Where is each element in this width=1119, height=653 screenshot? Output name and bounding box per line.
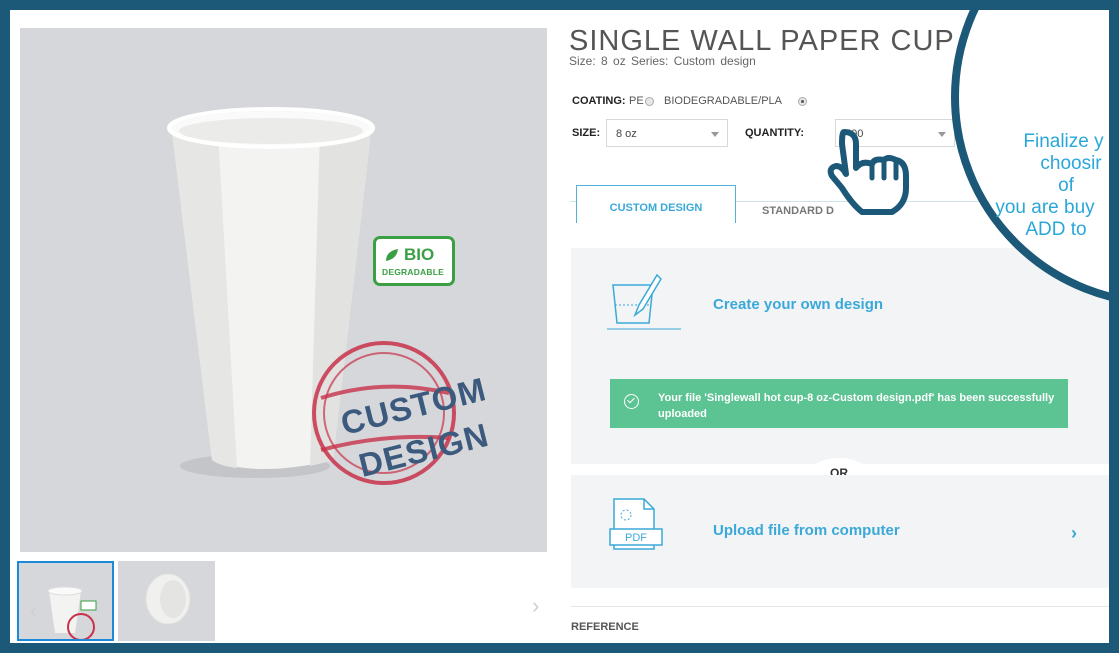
- thumbnail-prev-arrow[interactable]: ‹: [30, 598, 37, 624]
- chevron-right-icon[interactable]: ›: [1071, 523, 1077, 544]
- chevron-down-icon: [711, 132, 719, 137]
- bio-degradable-badge: BIO DEGRADABLE: [373, 236, 455, 286]
- design-pencil-icon: [607, 273, 681, 330]
- upload-success-message: Your file 'Singlewall hot cup-8 oz-Custo…: [658, 392, 1055, 420]
- thumbnail-next-arrow[interactable]: ›: [532, 593, 539, 619]
- upload-success-alert: Your file 'Singlewall hot cup-8 oz-Custo…: [610, 379, 1068, 428]
- pdf-file-icon: PDF: [609, 498, 663, 550]
- paper-cup-illustration: [167, 107, 375, 478]
- tab-custom-design[interactable]: CUSTOM DESIGN: [576, 185, 736, 223]
- reference-heading: REFERENCE: [571, 621, 639, 633]
- pointing-hand-cursor-icon: [827, 129, 909, 215]
- leaf-icon: [386, 249, 398, 261]
- tutorial-callout-text: Finalize y choosir of you are buy ADD to: [995, 131, 1104, 240]
- coating-pla-radio[interactable]: [798, 97, 807, 106]
- product-main-image[interactable]: CUSTOM DESIGN BIO DEGRADABLE: [20, 28, 547, 552]
- section-divider: [571, 606, 1109, 607]
- coating-pe-radio[interactable]: [645, 97, 654, 106]
- pdf-icon-label: PDF: [625, 532, 647, 544]
- size-select[interactable]: 8 oz: [606, 119, 728, 147]
- cup-side-thumbnail-image: [145, 573, 191, 625]
- check-circle-icon: [624, 394, 639, 409]
- coating-option-pe-label: PE: [629, 95, 644, 107]
- thumbnail-side[interactable]: [118, 561, 215, 641]
- coating-option-pla-label: BIODEGRADABLE/PLA: [664, 95, 782, 107]
- quantity-label: QUANTITY:: [745, 127, 805, 139]
- chevron-down-icon: [938, 132, 946, 137]
- coating-label: COATING:: [572, 95, 626, 107]
- create-own-design-link[interactable]: Create your own design: [713, 296, 883, 313]
- product-subtitle: Size: 8 oz Series: Custom design: [569, 54, 756, 68]
- upload-file-link[interactable]: Upload file from computer: [713, 522, 900, 539]
- size-label: SIZE:: [572, 127, 601, 139]
- page-frame: CUSTOM DESIGN BIO DEGRADABLE ‹ › SINGLE …: [10, 10, 1109, 643]
